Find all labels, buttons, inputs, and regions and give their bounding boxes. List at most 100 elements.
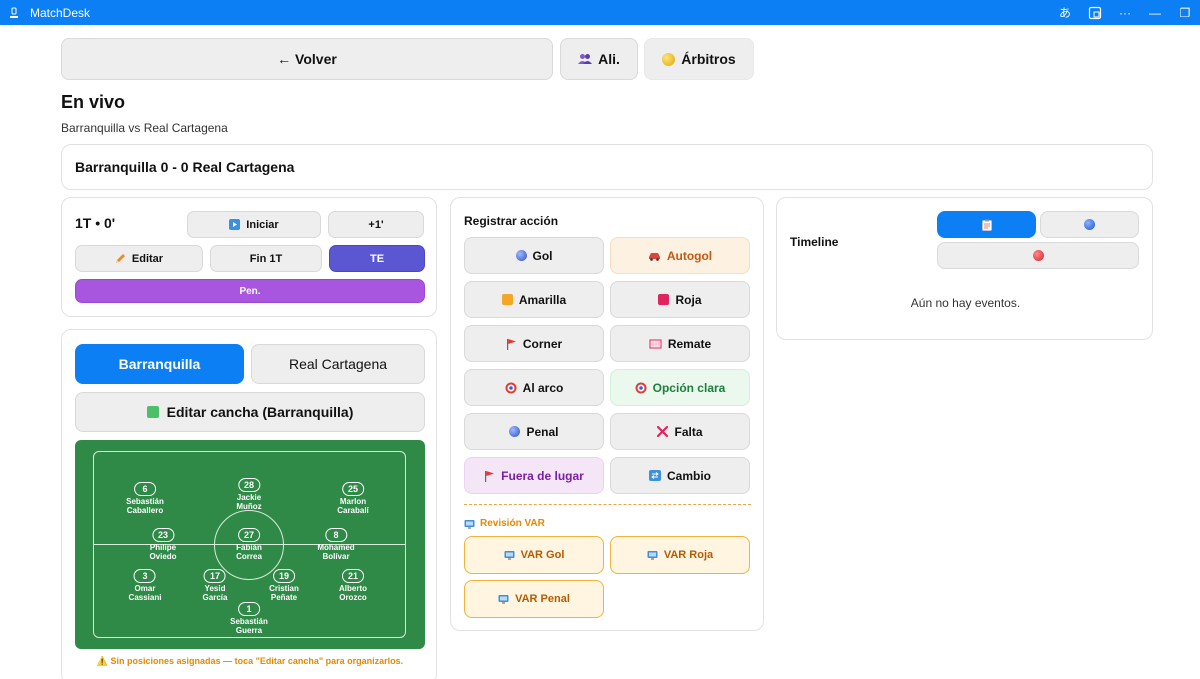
player-marker[interactable]: 25 Marlon Carabalí [337,482,369,515]
translate-icon[interactable]: あ [1050,0,1080,25]
tv-icon [647,550,658,560]
flag-icon [484,470,495,482]
clear-chance-button[interactable]: Opción clara [610,369,750,406]
restore-icon[interactable]: ❐ [1170,0,1200,25]
target-icon [505,382,517,394]
score-text: Barranquilla 0 - 0 Real Cartagena [75,159,295,175]
tab-away-team[interactable]: Real Cartagena [251,344,425,384]
cast-icon[interactable] [1080,0,1110,25]
penalty-button[interactable]: Penal [464,413,604,450]
player-name: Omar Cassiani [128,584,162,602]
yellow-card-button[interactable]: Amarilla [464,281,604,318]
player-name: Mohamed Bolívar [317,543,355,561]
page-title: En vivo [61,92,126,112]
var-goal-label: VAR Gol [520,549,565,561]
tv-icon [464,519,475,529]
timeline-card: Timeline Aún no hay eventos. [776,197,1153,340]
edit-clock-button[interactable]: Editar [75,245,203,272]
actions-title: Registrar acción [464,214,559,228]
player-number: 1 [237,602,260,616]
start-button[interactable]: Iniciar [187,211,321,238]
player-marker[interactable]: 17 Yesid García [202,569,228,602]
soccer-ball-icon [515,250,527,261]
add-minute-button[interactable]: +1' [328,211,424,238]
player-name: Fabián Correa [236,543,262,561]
player-marker[interactable]: 28 Jackie Muñoz [236,478,262,511]
player-marker[interactable]: 21 Alberto Orozco [339,569,367,602]
target-icon [635,382,647,394]
coin-icon [662,52,676,66]
lineups-button[interactable]: Ali. [560,38,638,80]
var-goal-button[interactable]: VAR Gol [464,536,604,574]
offside-button-label: Fuera de lugar [501,468,584,483]
end-half-button[interactable]: Fin 1T [210,245,322,272]
referees-button-label: Árbitros [681,51,736,67]
foul-button-label: Falta [674,424,703,439]
red-card-button[interactable]: Roja [610,281,750,318]
people-icon [578,53,593,65]
player-name: Sebastián Caballero [126,497,164,515]
penalties-button[interactable]: Pen. [75,279,425,303]
yellow-card-icon [501,294,513,305]
back-button[interactable]: ← Volver [61,38,553,80]
tab-timeline-home[interactable] [1040,211,1139,238]
substitution-button-label: Cambio [666,468,711,483]
player-marker[interactable]: 23 Philipe Oviedo [149,528,177,561]
player-name: Jackie Muñoz [236,493,262,511]
corner-button-label: Corner [522,336,563,351]
pitch[interactable]: 6 Sebastián Caballero 28 Jackie Muñoz 25 Marl… [75,440,425,649]
clock-label: 1T • 0' [75,215,116,231]
car-icon [648,251,661,261]
minimize-icon[interactable]: — [1140,0,1170,25]
tab-timeline-list[interactable] [937,211,1036,238]
red-circle-icon [1032,250,1044,261]
penalty-button-label: Penal [526,424,559,439]
no-positions-warning: ⚠️ Sin posiciones asignadas — toca "Edit… [96,656,404,666]
offside-button[interactable]: Fuera de lugar [464,457,604,494]
extra-time-label: TE [369,252,385,265]
back-button-label: ← Volver [277,51,337,67]
shot-button[interactable]: Remate [610,325,750,362]
on-target-button[interactable]: Al arco [464,369,604,406]
extra-time-button[interactable]: TE [329,245,425,272]
player-marker[interactable]: 3 Omar Cassiani [128,569,162,602]
player-name: Philipe Oviedo [149,543,177,561]
player-marker[interactable]: 6 Sebastián Caballero [126,482,164,515]
player-name: Yesid García [202,584,228,602]
scoreboard: Barranquilla 0 - 0 Real Cartagena [61,144,1153,190]
swap-icon [648,470,661,481]
var-red-button[interactable]: VAR Roja [610,536,750,574]
tv-icon [498,594,509,604]
tab-away-team-label: Real Cartagena [288,356,388,372]
start-button-label: Iniciar [246,218,279,231]
team-card: Barranquilla Real Cartagena Editar canch… [61,329,437,679]
actions-card: Registrar acción Gol Autogol Amarilla Ro… [450,197,764,631]
var-divider [464,504,751,505]
player-name: Cristian Peñate [269,584,299,602]
player-name: Sebastián Guerra [230,617,268,635]
lineups-button-label: Ali. [598,51,620,67]
var-section-title: Revisión VAR [464,518,545,529]
substitution-button[interactable]: Cambio [610,457,750,494]
referees-button[interactable]: Árbitros [644,38,754,80]
flag-icon [506,338,517,350]
soccer-ball-icon [509,426,521,437]
tab-home-team[interactable]: Barranquilla [75,344,244,384]
penalties-label: Pen. [239,285,261,297]
player-marker[interactable]: 8 Mohamed Bolívar [317,528,355,561]
own-goal-button[interactable]: Autogol [610,237,750,274]
goal-button[interactable]: Gol [464,237,604,274]
foul-button[interactable]: Falta [610,413,750,450]
clock-card: 1T • 0' Iniciar +1' Editar Fin 1T TE Pen… [61,197,437,317]
tab-home-team-label: Barranquilla [118,356,201,372]
player-marker[interactable]: 27 Fabián Correa [236,528,262,561]
cross-icon [657,426,669,437]
var-penalty-button[interactable]: VAR Penal [464,580,604,618]
corner-button[interactable]: Corner [464,325,604,362]
tab-timeline-away[interactable] [937,242,1139,269]
player-marker[interactable]: 1 Sebastián Guerra [230,602,268,635]
own-goal-button-label: Autogol [666,248,713,263]
edit-field-button[interactable]: Editar cancha (Barranquilla) [75,392,425,432]
player-marker[interactable]: 19 Cristian Peñate [269,569,299,602]
more-icon[interactable]: ··· [1110,0,1140,25]
